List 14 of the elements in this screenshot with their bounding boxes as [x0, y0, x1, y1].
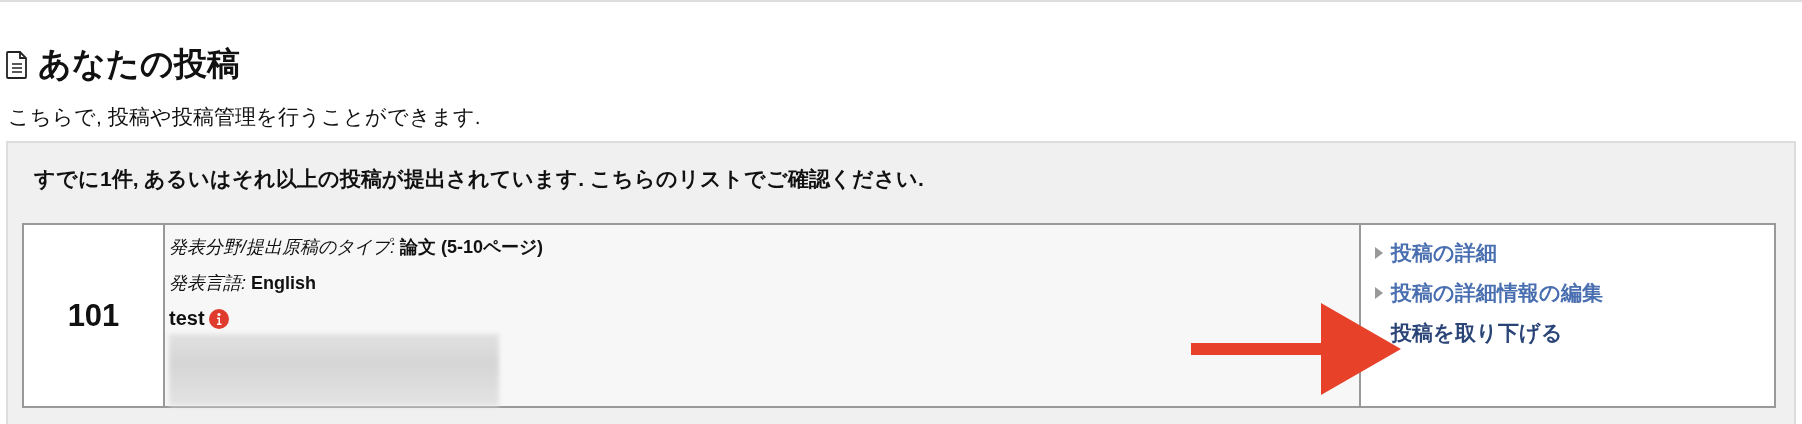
submission-number: 101: [23, 224, 164, 407]
submission-link[interactable]: 投稿の詳細情報の編集: [1375, 279, 1760, 307]
page-title: あなたの投稿: [38, 44, 240, 84]
document-icon: [6, 50, 28, 79]
triangle-icon: [1375, 247, 1383, 259]
info-icon[interactable]: [208, 308, 229, 329]
triangle-icon: [1375, 287, 1383, 299]
notice-text: すでに1件, あるいはそれ以上の投稿が提出されています. こちらのリストでご確認ください.: [33, 166, 925, 193]
submission-field: 発表分野/提出原稿のタイプ: 論文 (5-10ページ): [169, 235, 1353, 259]
submission-field: 発表言語: English: [169, 271, 1353, 295]
submission-title: test: [169, 307, 205, 330]
page-description: こちらで, 投稿や投稿管理を行うことができます.: [8, 104, 482, 130]
submission-link[interactable]: 投稿を取り下げる: [1375, 319, 1760, 347]
submission-link[interactable]: 投稿の詳細: [1375, 239, 1760, 267]
